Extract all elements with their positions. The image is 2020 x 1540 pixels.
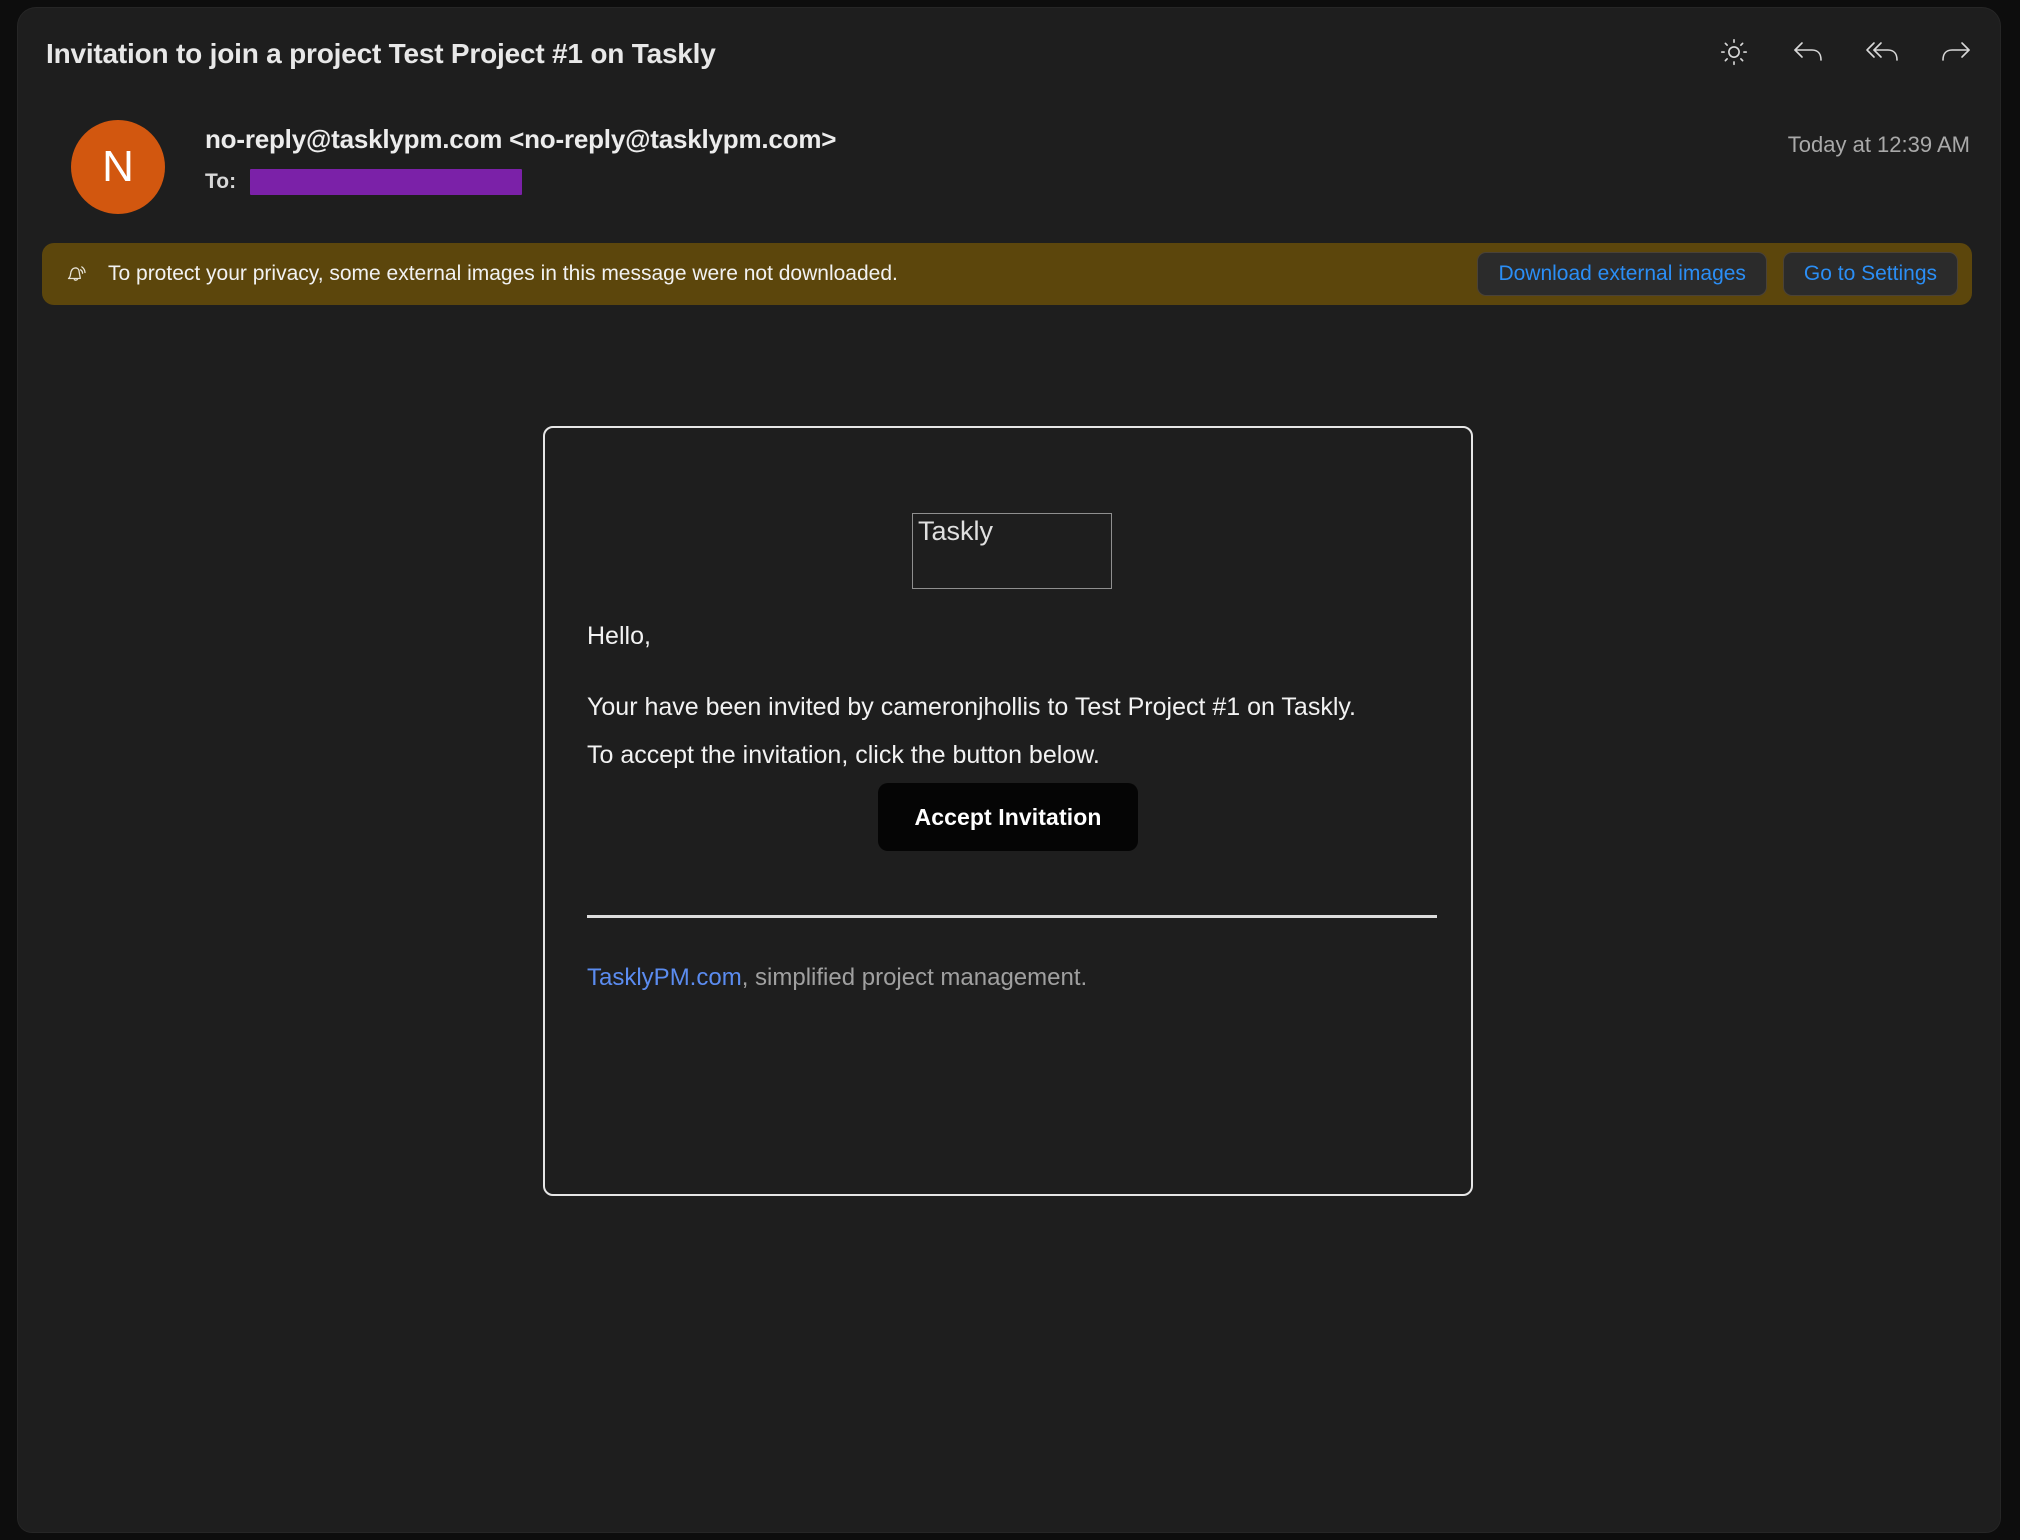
forward-button[interactable] — [1934, 30, 1978, 74]
image-alt-text: Taskly — [918, 516, 994, 546]
email-divider — [587, 915, 1437, 918]
message-timestamp: Today at 12:39 AM — [1787, 132, 1970, 157]
privacy-banner-actions: Download external images Go to Settings — [1477, 252, 1958, 296]
email-greeting: Hello, — [587, 622, 651, 650]
email-content-card: Taskly Hello, Your have been invited by … — [543, 426, 1473, 1196]
tasklypm-link[interactable]: TasklyPM.com — [587, 964, 742, 991]
desktop-background: Invitation to join a project Test Projec… — [0, 0, 2020, 1540]
privacy-banner-message: To protect your privacy, some external i… — [108, 262, 898, 285]
sender-block: N no-reply@tasklypm.com <no-reply@taskly… — [18, 96, 2000, 214]
message-body-scroll-area[interactable]: Taskly Hello, Your have been invited by … — [18, 308, 2000, 1532]
to-label: To: — [205, 170, 237, 193]
mail-message-window: Invitation to join a project Test Projec… — [18, 8, 2000, 1532]
bell-alert-icon — [62, 260, 90, 288]
email-paragraph: Your have been invited by cameronjhollis… — [587, 683, 1417, 779]
avatar: N — [71, 120, 165, 214]
reply-all-button[interactable] — [1860, 30, 1904, 74]
message-header: Invitation to join a project Test Projec… — [18, 8, 2000, 94]
taskly-logo-broken-image[interactable]: Taskly — [912, 513, 1112, 589]
email-paragraph-line-2: To accept the invitation, click the butt… — [587, 741, 1100, 769]
email-paragraph-line-1: Your have been invited by cameronjhollis… — [587, 693, 1356, 721]
download-external-images-button[interactable]: Download external images — [1477, 252, 1767, 296]
reply-icon — [1791, 37, 1825, 67]
go-to-settings-button[interactable]: Go to Settings — [1782, 252, 1958, 296]
sender-details: no-reply@tasklypm.com <no-reply@tasklypm… — [205, 124, 836, 195]
brightness-icon-button[interactable] — [1712, 30, 1756, 74]
reply-all-icon — [1863, 37, 1901, 67]
sender-address[interactable]: no-reply@tasklypm.com <no-reply@tasklypm… — [205, 124, 836, 155]
accept-invitation-button[interactable]: Accept Invitation — [878, 783, 1138, 851]
forward-icon — [1939, 37, 1973, 67]
email-footer: TasklyPM.com, simplified project managem… — [587, 964, 1087, 992]
message-toolbar — [1712, 30, 1978, 74]
recipient-redacted-value[interactable] — [250, 169, 523, 195]
privacy-banner: To protect your privacy, some external i… — [42, 243, 1972, 305]
page-title: Invitation to join a project Test Projec… — [46, 38, 716, 69]
recipient-line: To: — [205, 169, 836, 195]
cta-container: Accept Invitation — [545, 783, 1471, 851]
email-footer-tagline: , simplified project management. — [741, 964, 1088, 991]
brightness-icon — [1719, 37, 1749, 67]
reply-button[interactable] — [1786, 30, 1830, 74]
